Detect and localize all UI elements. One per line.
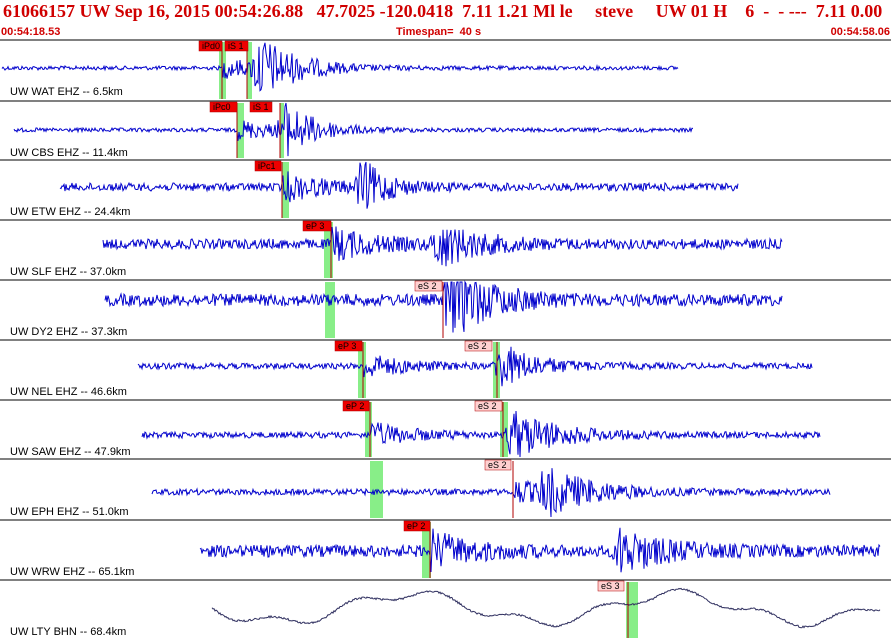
waveform-trace [137, 346, 813, 387]
channel-row[interactable]: eS 2 UW DY2 EHZ -- 37.3km [0, 279, 891, 338]
channel-row[interactable]: iPc1 UW ETW EHZ -- 24.4km [0, 159, 891, 218]
phase-pick[interactable]: eS 3 [597, 580, 629, 638]
waveform-trace [59, 161, 739, 209]
phase-window [325, 282, 335, 338]
pick-label: eP 2 [407, 521, 425, 531]
pick-label: iS 1 [253, 102, 269, 112]
pick-label: eS 2 [418, 281, 437, 291]
pick-label: eS 2 [478, 401, 497, 411]
phase-window [282, 162, 289, 218]
pick-label: eS 3 [601, 581, 620, 591]
channel-row[interactable]: eP 3 eS 2 UW NEL EHZ -- 46.6km [0, 339, 891, 398]
channel-row[interactable]: eS 2 UW EPH EHZ -- 51.0km [0, 458, 891, 518]
waveform-trace [211, 587, 881, 629]
pick-label: iS 1 [228, 41, 244, 51]
pick-label: eP 3 [338, 341, 356, 351]
station-label: UW CBS EHZ -- 11.4km [10, 147, 128, 159]
pick-label: iPc0 [213, 102, 231, 112]
station-label: UW SAW EHZ -- 47.9km [10, 446, 131, 458]
pick-label: eS 2 [468, 341, 487, 351]
phase-pick[interactable]: eS 2 [414, 280, 444, 338]
channel-row[interactable]: eS 3 UW LTY BHN -- 68.4km [0, 579, 891, 638]
channel-row[interactable]: iPd0 iS 1 UW WAT EHZ -- 6.5km [0, 39, 891, 99]
pick-label: iPc1 [258, 161, 276, 171]
seismogram-panel[interactable]: iPd0 iS 1 UW WAT EHZ -- 6.5km iPc0 iS 1 UW CB… [0, 0, 891, 640]
station-label: UW WRW EHZ -- 65.1km [10, 566, 134, 578]
waveform-trace [141, 410, 821, 458]
channel-row[interactable]: eP 2 eS 2 UW SAW EHZ -- 47.9km [0, 399, 891, 458]
phase-window [280, 103, 284, 158]
phase-window [370, 461, 383, 518]
phase-pick[interactable]: iPc1 [254, 160, 283, 218]
pick-label: eP 2 [346, 401, 364, 411]
channel-row[interactable]: eP 2 UW WRW EHZ -- 65.1km [0, 519, 891, 578]
station-label: UW LTY BHN -- 68.4km [10, 626, 126, 638]
station-label: UW DY2 EHZ -- 37.3km [10, 326, 127, 338]
waveform-trace [102, 226, 783, 267]
station-label: UW SLF EHZ -- 37.0km [10, 266, 126, 278]
station-label: UW WAT EHZ -- 6.5km [10, 86, 123, 98]
station-label: UW ETW EHZ -- 24.4km [10, 206, 130, 218]
pick-label: eS 2 [488, 460, 507, 470]
waveform-trace [199, 527, 881, 573]
phase-pick[interactable]: iPd0 [198, 40, 223, 99]
pick-label: eP 3 [306, 221, 324, 231]
channel-row[interactable]: iPc0 iS 1 UW CBS EHZ -- 11.4km [0, 100, 891, 159]
pick-label: iPd0 [202, 41, 220, 51]
station-label: UW NEL EHZ -- 46.6km [10, 386, 127, 398]
waveform-trace [1, 42, 679, 92]
phase-pick[interactable]: eS 2 [474, 400, 504, 457]
station-label: UW EPH EHZ -- 51.0km [10, 506, 129, 518]
phase-pick[interactable]: eS 2 [464, 340, 498, 398]
channel-row[interactable]: eP 3 UW SLF EHZ -- 37.0km [0, 219, 891, 278]
waveform-trace [151, 468, 831, 518]
